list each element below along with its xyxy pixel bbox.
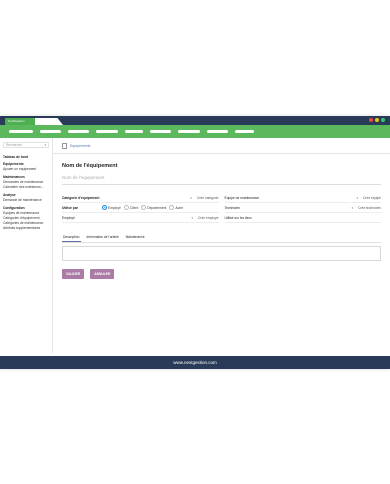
radio-button[interactable] <box>141 205 147 210</box>
form-title: Nom de l'équipement <box>62 163 118 169</box>
used-by-option[interactable]: Département <box>141 205 166 210</box>
breadcrumb-link[interactable]: Equipements <box>70 144 90 148</box>
radio-button[interactable] <box>102 205 107 210</box>
chevron-down-icon: ▾ <box>191 215 193 220</box>
chevron-down-icon: ▾ <box>356 195 359 200</box>
radio-label: Département <box>147 205 167 210</box>
team-label: Équipe de maintenance <box>224 195 260 200</box>
employee-label: Employé <box>62 215 75 220</box>
technician-select[interactable]: ▾ Crée technicien <box>265 205 381 210</box>
location-label: Utilisé sur les lieux <box>224 215 252 220</box>
cancel-button[interactable]: ANNULER <box>90 269 115 279</box>
used-by-option[interactable]: Client <box>123 205 139 210</box>
close-dot[interactable] <box>369 118 373 122</box>
sidebar: Recherche ▾ Tableau de bord Equipements Aj… <box>0 138 53 353</box>
used-by-radio-group: Employé Client Département Autre <box>102 205 219 210</box>
menu-item-5[interactable] <box>150 130 171 133</box>
app-window: NextGestion Recherche ▾ Tableau de bord E… <box>0 116 390 369</box>
breadcrumb: Equipements <box>62 142 381 150</box>
equipment-name-input[interactable]: Nom de l'équipement <box>62 175 381 185</box>
create-employee-link[interactable]: Crée employé <box>198 216 219 220</box>
form-right-column: Équipe de maintenance ▾ Crée équipe Tech… <box>224 193 381 223</box>
category-select[interactable]: ▾ Crée catégorie <box>102 195 219 200</box>
browser-tab[interactable]: NextGestion <box>5 118 35 125</box>
tab-shape <box>35 118 63 125</box>
sidebar-section-title[interactable]: Configuration <box>3 206 49 210</box>
radio-button[interactable] <box>123 205 129 210</box>
technician-row: Technicien ▾ Crée technicien <box>224 203 381 213</box>
create-category-link[interactable]: Crée catégorie <box>197 196 219 200</box>
divider <box>53 153 390 154</box>
window-controls <box>369 118 385 122</box>
chevron-down-icon: ▾ <box>190 195 192 200</box>
description-textarea[interactable] <box>62 246 381 261</box>
sidebar-item[interactable]: Calendrier des maintenan... <box>3 185 49 190</box>
sidebar-section-title[interactable]: Tableau de bord <box>3 155 49 159</box>
category-row: Catégorie d'équipement ▾ Crée catégorie <box>62 193 219 203</box>
menu-item-6[interactable] <box>178 130 200 133</box>
menu-item-1[interactable] <box>40 130 61 133</box>
minimize-dot[interactable] <box>375 118 379 122</box>
chevron-down-icon: ▾ <box>351 205 354 210</box>
used-by-option[interactable]: Employé <box>102 205 121 210</box>
menu-item-2[interactable] <box>68 130 89 133</box>
team-select[interactable]: ▾ Crée équipe <box>265 195 381 200</box>
location-row: Utilisé sur les lieux <box>224 213 381 223</box>
create-technician-link[interactable]: Crée technicien <box>358 206 381 210</box>
employee-select[interactable]: ▾ Crée employé <box>102 215 219 220</box>
radio-button[interactable] <box>169 205 175 210</box>
technician-label: Technicien <box>224 205 241 210</box>
radio-label: Client <box>129 205 139 210</box>
tab-2[interactable]: Maintenance <box>125 233 146 242</box>
main-content: Equipements Nom de l'équipement Nom de l… <box>53 138 390 353</box>
form-tabs: Description Information de l'article Maint… <box>62 233 381 243</box>
used-by-label: Utilisé par <box>62 205 78 210</box>
sidebar-item[interactable]: Ajouter un equipement <box>3 167 49 172</box>
top-menu-bar <box>0 125 390 138</box>
create-team-link[interactable]: Crée équipe <box>363 196 381 200</box>
used-by-row: Utilisé par Employé Client Département Autr… <box>62 203 219 213</box>
sidebar-section-title[interactable]: Analyse <box>3 193 49 197</box>
tab-1[interactable]: Information de l'article <box>86 233 120 242</box>
sidebar-item[interactable]: Attributs supplementaires <box>3 226 49 231</box>
form-left-column: Catégorie d'équipement ▾ Crée catégorie … <box>62 193 219 223</box>
save-button[interactable]: VALIDER <box>62 269 85 279</box>
category-label: Catégorie d'équipement <box>62 195 100 200</box>
used-by-option[interactable]: Autre <box>169 205 183 210</box>
menu-item-3[interactable] <box>96 130 118 133</box>
menu-item-4[interactable] <box>125 130 143 133</box>
menu-item-0[interactable] <box>9 130 33 133</box>
sidebar-item[interactable]: Demande de maintenance <box>3 198 49 203</box>
tab-0[interactable]: Description <box>62 233 81 242</box>
maximize-dot[interactable] <box>381 118 385 122</box>
employee-row: Employé ▾ Crée employé <box>62 213 219 223</box>
sidebar-section-title[interactable]: Maintenances <box>3 175 49 179</box>
footer: www.nextgestion.com <box>0 356 390 369</box>
radio-label: Autre <box>175 205 184 210</box>
document-icon <box>62 143 67 149</box>
menu-item-7[interactable] <box>207 130 228 133</box>
chevron-down-icon: ▾ <box>44 143 46 147</box>
team-row: Équipe de maintenance ▾ Crée équipe <box>224 193 381 203</box>
radio-label: Employé <box>108 205 121 210</box>
title-bar: NextGestion <box>0 116 390 125</box>
menu-item-8[interactable] <box>235 130 254 133</box>
search-placeholder: Recherche <box>6 143 22 147</box>
sidebar-search[interactable]: Recherche ▾ <box>3 142 49 148</box>
sidebar-section-title[interactable]: Equipements <box>3 162 49 166</box>
